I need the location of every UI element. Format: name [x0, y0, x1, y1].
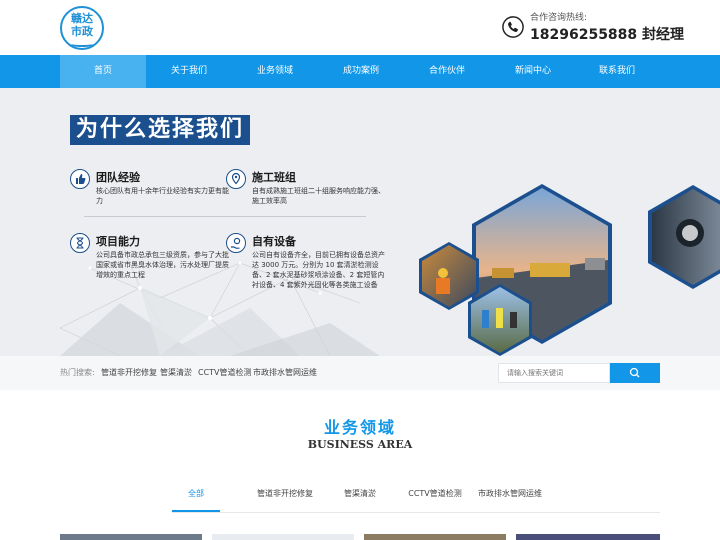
tab-cctv-inspection[interactable]: CCTV管道检测	[400, 484, 470, 510]
hot-keyword-link[interactable]: 管渠清淤	[160, 356, 192, 390]
hotline-block: 合作咨询热线: 18296255888 封经理	[502, 10, 712, 46]
feature-title: 自有设备	[252, 235, 296, 248]
main-nav: 首页 关于我们 业务领域 成功案例 合作伙伴 新闻中心 联系我们	[0, 55, 720, 88]
search-icon	[629, 367, 640, 378]
business-card[interactable]	[60, 534, 202, 540]
nav-item-business[interactable]: 业务领域	[232, 55, 318, 88]
business-card[interactable]	[212, 534, 354, 540]
feature-title: 施工班组	[252, 171, 296, 184]
hex-photo-workers	[419, 242, 479, 310]
nav-item-home[interactable]: 首页	[60, 55, 146, 88]
tab-trenchless-repair[interactable]: 管道非开挖修复	[242, 484, 328, 510]
logo-wave-icon	[68, 40, 96, 47]
feature-title: 项目能力	[96, 235, 140, 248]
hex-photo-pipe	[648, 185, 720, 289]
section-subtitle: BUSINESS AREA	[307, 438, 413, 451]
hotline-label: 合作咨询热线:	[530, 13, 588, 23]
hot-keyword-link[interactable]: 市政排水管网运维	[253, 356, 317, 390]
section-title: 业务领域	[323, 418, 396, 437]
logo-line-1: 赣达	[71, 12, 93, 25]
hot-search-label: 热门搜索:	[60, 368, 95, 377]
business-tabs: 全部 管道非开挖修复 管渠清淤 CCTV管道检测 市政排水管网运维	[172, 484, 660, 513]
hotline-number[interactable]: 18296255888 封经理	[530, 24, 684, 44]
thumbs-up-icon	[70, 169, 90, 189]
feature-desc: 核心团队有用十余年行业经验有实力更有能力	[96, 187, 229, 205]
hero-banner: 为什么选择我们 团队经验 核心团队有用十余年行业经验有实力更有能力 施工班组 自…	[0, 88, 720, 356]
nav-item-partners[interactable]: 合作伙伴	[404, 55, 490, 88]
search-input[interactable]	[498, 363, 610, 383]
hot-keyword-link[interactable]: 管道非开挖修复	[101, 356, 157, 390]
tab-all[interactable]: 全部	[172, 484, 220, 512]
logo-line-2: 市政	[71, 25, 93, 38]
hourglass-icon	[70, 233, 90, 253]
tab-drainage-operation[interactable]: 市政排水管网运维	[472, 484, 548, 510]
hot-search-bar: 热门搜索: 管道非开挖修复 管渠清淤 CCTV管道检测 市政排水管网运维	[0, 356, 720, 390]
hot-keyword-link[interactable]: CCTV管道检测	[198, 356, 252, 390]
search-button[interactable]	[610, 363, 660, 383]
feature-divider	[84, 216, 366, 217]
feature-desc: 公司具备市政总承包三级资质，参与了大批国家或省市黑臭水体治理，污水处理厂提质增效…	[96, 251, 229, 279]
phone-icon	[502, 16, 524, 38]
company-logo[interactable]: 赣达 市政	[60, 6, 104, 50]
nav-item-cases[interactable]: 成功案例	[318, 55, 404, 88]
nav-item-news[interactable]: 新闻中心	[490, 55, 576, 88]
business-card[interactable]	[516, 534, 660, 540]
business-card[interactable]	[364, 534, 506, 540]
nav-item-about[interactable]: 关于我们	[146, 55, 232, 88]
gear-hand-icon	[226, 233, 246, 253]
site-header: 赣达 市政 合作咨询热线: 18296255888 封经理	[0, 0, 720, 55]
feature-title: 团队经验	[96, 171, 140, 184]
feature-desc: 自有成熟施工班组二十组服务响应能力强、施工效率高	[252, 187, 385, 205]
business-thumbnails	[60, 534, 660, 540]
banner-headline: 为什么选择我们	[70, 115, 251, 145]
feature-desc: 公司自有设备齐全，目前已拥有设备总资产达 3000 万元。分别为 10 套清淤检…	[252, 251, 385, 289]
nav-item-contact[interactable]: 联系我们	[574, 55, 660, 88]
location-pin-icon	[226, 169, 246, 189]
logo-text: 赣达 市政	[60, 12, 104, 38]
tab-dredging[interactable]: 管渠清淤	[332, 484, 388, 510]
